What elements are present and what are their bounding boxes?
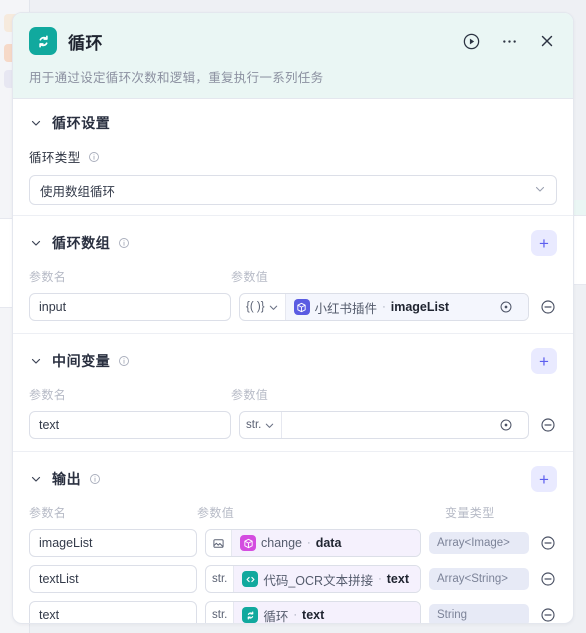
info-icon[interactable] [88, 150, 101, 163]
loop-icon [242, 607, 259, 623]
value-type-label: {( )} [246, 301, 265, 313]
chevron-down-icon[interactable] [29, 472, 43, 486]
value-type-label: str. [212, 573, 228, 585]
chevron-down-icon[interactable] [29, 236, 43, 250]
info-icon[interactable] [88, 473, 101, 486]
remove-row-button[interactable] [539, 534, 557, 552]
code-icon [242, 571, 259, 587]
value-type-selector[interactable]: str. [206, 566, 235, 592]
loop-type-label: 循环类型 [29, 147, 557, 166]
close-icon[interactable] [537, 31, 557, 51]
table-row: text str. [29, 411, 557, 439]
param-name-input[interactable]: text [29, 411, 231, 439]
column-header-param-name: 参数名 [29, 388, 67, 402]
cube-icon [240, 535, 256, 551]
param-name-input[interactable]: text [29, 601, 197, 623]
value-type-label: str. [212, 609, 228, 621]
variable-type-badge: String [429, 604, 529, 623]
info-icon[interactable] [117, 237, 130, 250]
section-title: 中间变量 [52, 353, 111, 369]
loop-type-select[interactable]: 使用数组循环 [29, 175, 557, 205]
add-loop-array-param-button[interactable]: + [531, 230, 557, 256]
column-header-param-name: 参数名 [29, 270, 67, 284]
loop-type-select-value: 使用数组循环 [40, 184, 116, 199]
info-icon[interactable] [117, 355, 130, 368]
param-value-reference[interactable]: change · data [232, 530, 420, 556]
value-type-selector[interactable]: str. [206, 602, 235, 623]
add-intermediate-param-button[interactable]: + [531, 348, 557, 374]
param-value-reference[interactable]: 代码_OCR文本拼接 · text [234, 566, 420, 592]
play-circle-icon[interactable] [461, 31, 481, 51]
table-row: text str. 循环 · text String [29, 601, 557, 624]
cube-icon [293, 299, 310, 315]
column-header-param-value: 参数值 [231, 388, 269, 402]
reference-field-name: text [302, 608, 325, 622]
reference-separator: · [307, 537, 311, 549]
loop-icon [29, 27, 57, 55]
chevron-down-icon[interactable] [29, 354, 43, 368]
value-type-selector[interactable]: {( )} [240, 294, 286, 320]
table-row: textList str. 代码_OCR文本拼接 · text Array<St… [29, 565, 557, 593]
remove-row-button[interactable] [539, 606, 557, 623]
reference-node-name: 循环 [263, 609, 289, 624]
value-type-selector[interactable] [206, 530, 232, 556]
param-name-input[interactable]: textList [29, 565, 197, 593]
reference-node-name: 小红书插件 [314, 301, 378, 316]
section-title: 循环数组 [52, 235, 111, 251]
section-title: 输出 [52, 471, 82, 487]
param-value-reference[interactable]: 循环 · text [234, 602, 420, 624]
column-header-param-value: 参数值 [197, 506, 235, 520]
reference-separator: · [293, 609, 298, 621]
table-row: imageList change · data Array<Image> [29, 529, 557, 557]
target-picker-icon[interactable] [492, 418, 520, 432]
reference-node-name: change [261, 536, 303, 550]
param-name-input[interactable]: input [29, 293, 231, 321]
reference-separator: · [382, 301, 386, 313]
table-row: input {( )} 小红书插件 · imageList [29, 293, 557, 321]
section-intermediate-variables: 中间变量 + 参数名 参数值 text str. [13, 334, 573, 452]
ellipsis-icon[interactable] [499, 31, 519, 51]
column-header-param-name: 参数名 [29, 506, 67, 520]
section-loop-settings: 循环设置 循环类型 使用数组循环 [13, 99, 573, 216]
loop-type-label-text: 循环类型 [29, 151, 81, 165]
column-header-param-value: 参数值 [231, 270, 269, 284]
remove-row-button[interactable] [539, 298, 557, 316]
reference-field-name: imageList [390, 300, 450, 314]
panel-body: 循环设置 循环类型 使用数组循环 循环数组 + 参数名 参数值 input {(… [13, 99, 573, 624]
variable-type-badge: Array<String> [429, 568, 529, 590]
variable-type-badge: Array<Image> [429, 532, 529, 554]
remove-row-button[interactable] [539, 416, 557, 434]
reference-separator: · [378, 573, 382, 585]
section-loop-array: 循环数组 + 参数名 参数值 input {( )} 小红书插件 · image… [13, 216, 573, 334]
value-type-label: str. [246, 419, 262, 431]
page-title: 循环 [68, 33, 103, 53]
param-name-input[interactable]: imageList [29, 529, 197, 557]
param-value-input[interactable] [282, 418, 528, 432]
section-title: 循环设置 [52, 115, 111, 131]
reference-field-name: text [386, 572, 409, 586]
node-description: 用于通过设定循环次数和逻辑，重复执行一系列任务 [29, 71, 324, 85]
value-type-selector[interactable]: str. [240, 412, 283, 438]
param-value-reference[interactable]: 小红书插件 · imageList [285, 294, 528, 320]
panel-header: 循环 用于通过设定循环次数和逻辑，重复执行一系列任务 [13, 13, 573, 99]
target-picker-icon[interactable] [492, 300, 520, 314]
add-output-param-button[interactable]: + [531, 466, 557, 492]
chevron-down-icon[interactable] [29, 116, 43, 130]
section-output: 输出 + 参数名 参数值 变量类型 imageList change · dat… [13, 452, 573, 624]
reference-node-name: 代码_OCR文本拼接 [263, 573, 374, 588]
reference-field-name: data [315, 536, 342, 550]
loop-node-panel: 循环 用于通过设定循环次数和逻辑，重复执行一系列任务 循环设置 循环类型 使用数… [12, 12, 574, 624]
chevron-down-icon [534, 183, 546, 198]
column-header-var-type: 变量类型 [445, 506, 495, 520]
remove-row-button[interactable] [539, 570, 557, 588]
